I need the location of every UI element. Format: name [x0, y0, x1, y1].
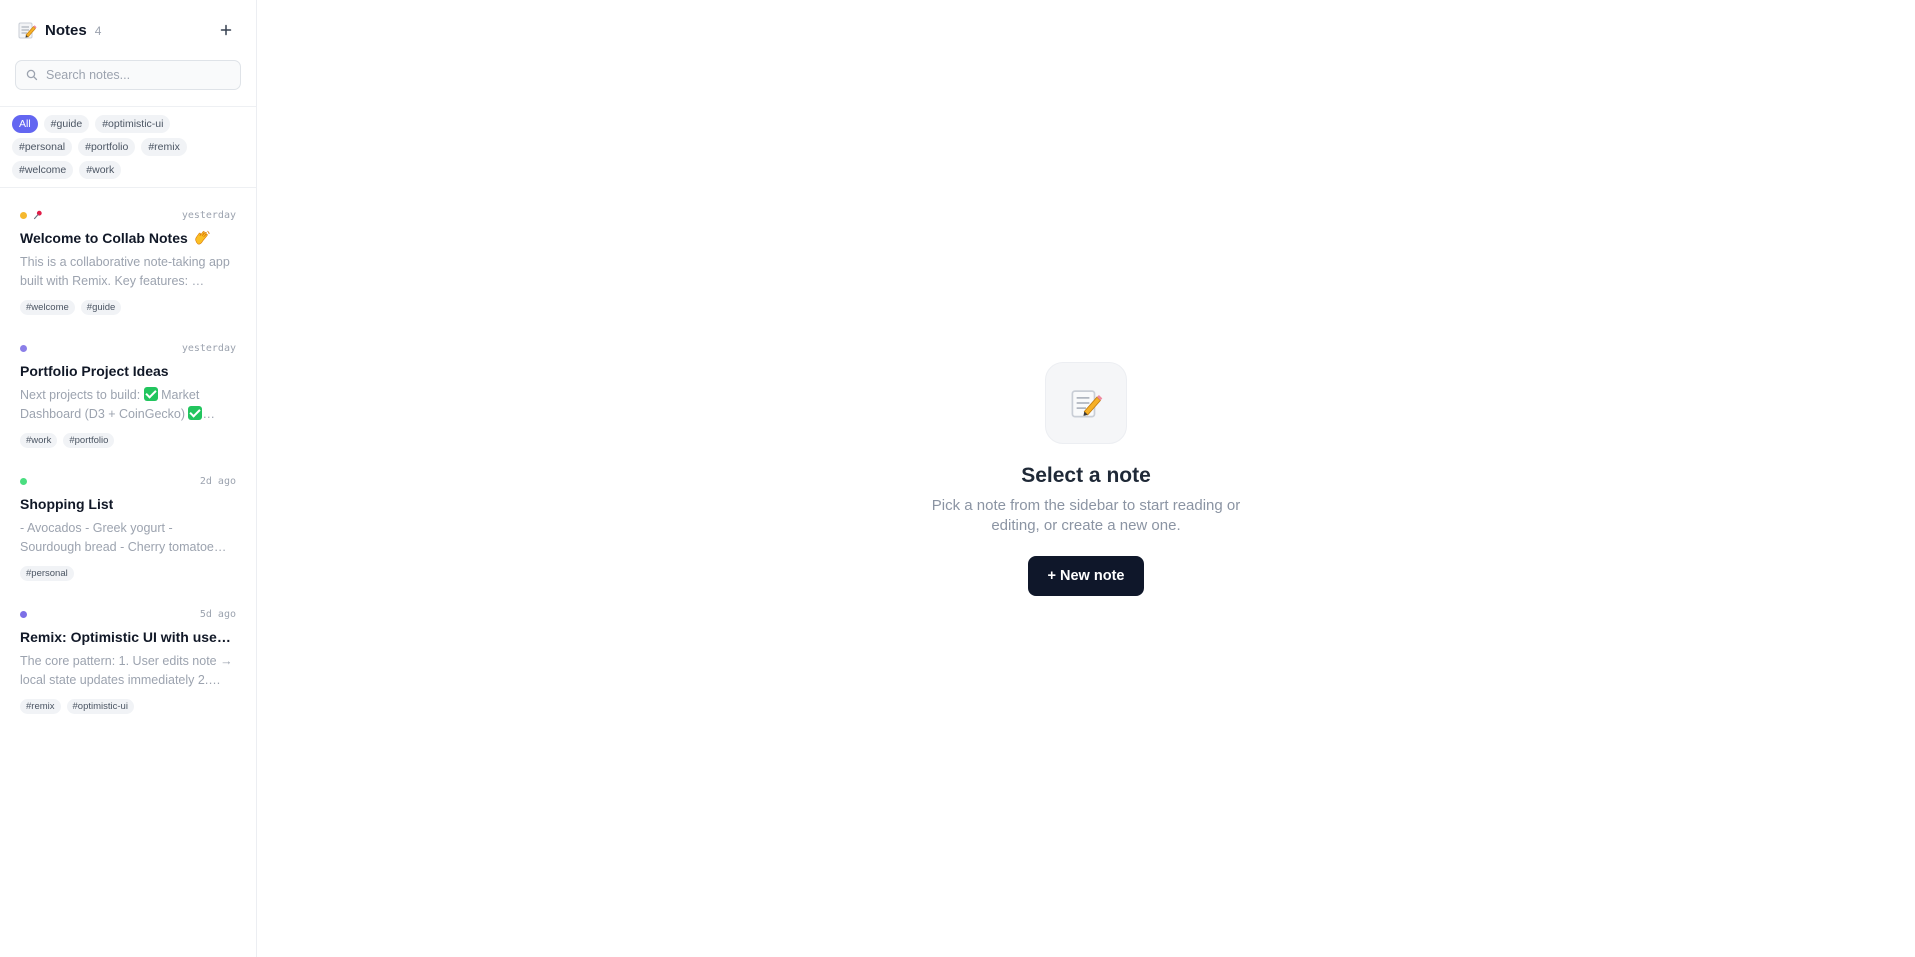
note-preview-text: …: [202, 407, 215, 421]
tag-filter-guide[interactable]: #guide: [43, 115, 90, 133]
color-dot: [20, 610, 27, 618]
note-title: Welcome to Collab Notes: [20, 230, 236, 246]
note-tags: #welcome #guide: [20, 300, 236, 315]
tag-filter-welcome[interactable]: #welcome: [12, 161, 74, 179]
waving-hand-icon: [193, 230, 211, 246]
note-preview-text: - Avocados - Greek yogurt - Sourdough br…: [20, 521, 227, 554]
note-title-text: Shopping List: [20, 496, 114, 512]
note-tag: #guide: [80, 300, 122, 315]
note-tags: #remix #optimistic-ui: [20, 699, 236, 714]
note-preview-text: The core pattern: 1. User edits note → l…: [20, 654, 233, 687]
tag-filter-all[interactable]: All: [12, 115, 38, 133]
note-title: Shopping List: [20, 496, 236, 512]
note-time: 2d ago: [199, 475, 236, 487]
note-preview: The core pattern: 1. User edits note → l…: [20, 652, 236, 690]
note-preview-text: Next projects to build:: [20, 388, 144, 402]
tag-filter-optimistic-ui[interactable]: #optimistic-ui: [95, 115, 171, 133]
main-panel: Select a note Pick a note from the sideb…: [257, 0, 1915, 957]
note-title: Remix: Optimistic UI with use…: [20, 629, 236, 645]
note-tags: #personal: [20, 566, 236, 581]
note-list-item[interactable]: yesterday Portfolio Project Ideas Next pro…: [0, 329, 256, 462]
tag-filter-work[interactable]: #work: [79, 161, 122, 179]
note-time: 5d ago: [199, 608, 236, 620]
note-tags: #work #portfolio: [20, 433, 236, 448]
plus-icon: [220, 24, 232, 36]
memo-icon: [17, 20, 37, 40]
check-mark-icon: [143, 387, 158, 401]
note-tag: #portfolio: [63, 433, 115, 448]
search-input[interactable]: [46, 68, 230, 82]
note-title-text: Portfolio Project Ideas: [20, 363, 169, 379]
note-tag: #personal: [20, 566, 74, 581]
note-count: 4: [94, 23, 102, 38]
tag-filter-bar: All #guide #optimistic-ui #personal #portfol…: [0, 107, 240, 187]
app-title: Notes: [45, 21, 87, 39]
note-meta: yesterday: [20, 342, 236, 354]
add-note-button[interactable]: [216, 20, 236, 40]
note-tag: #welcome: [20, 300, 75, 315]
note-preview-text: This is a collaborative note-taking app …: [20, 255, 230, 288]
search-icon: [26, 69, 38, 81]
note-list: yesterday Welcome to Collab Notes This is …: [0, 188, 256, 728]
note-meta: 5d ago: [20, 608, 236, 620]
new-note-button[interactable]: + New note: [1027, 556, 1145, 596]
note-preview: - Avocados - Greek yogurt - Sourdough br…: [20, 519, 236, 557]
note-title-text: Welcome to Collab Notes: [20, 230, 188, 246]
sidebar: Notes 4 All #guide #optimistic-ui #personal…: [0, 0, 257, 957]
note-meta: yesterday: [20, 209, 236, 221]
note-preview: Next projects to build: Market Dashboard…: [20, 386, 236, 424]
tag-filter-remix[interactable]: #remix: [141, 138, 187, 156]
note-time: yesterday: [181, 342, 236, 354]
empty-title: Select a note: [1021, 464, 1151, 487]
note-tag: #remix: [20, 699, 61, 714]
pin-icon: [33, 210, 43, 220]
check-mark-icon: [188, 406, 203, 420]
tag-filter-portfolio[interactable]: #portfolio: [78, 138, 136, 156]
note-tag: #optimistic-ui: [66, 699, 134, 714]
note-tag: #work: [20, 433, 58, 448]
note-meta: 2d ago: [20, 475, 236, 487]
app-root: Notes 4 All #guide #optimistic-ui #personal…: [0, 0, 1915, 957]
note-list-item[interactable]: 2d ago Shopping List - Avocados - Greek yo…: [0, 462, 256, 595]
note-list-item[interactable]: yesterday Welcome to Collab Notes This is …: [0, 196, 256, 329]
search-wrap: [0, 60, 256, 90]
note-title: Portfolio Project Ideas: [20, 363, 236, 379]
empty-subtitle: Pick a note from the sidebar to start re…: [931, 497, 1241, 534]
note-time: yesterday: [181, 209, 236, 221]
note-title-text: Remix: Optimistic UI with use…: [20, 629, 231, 645]
sidebar-header: Notes 4: [0, 0, 256, 60]
search-box[interactable]: [15, 60, 241, 90]
note-preview: This is a collaborative note-taking app …: [20, 253, 236, 291]
tag-filter-personal[interactable]: #personal: [12, 138, 73, 156]
memo-icon: [1045, 362, 1127, 444]
color-dot: [20, 211, 27, 219]
color-dot: [20, 344, 27, 352]
empty-state: Select a note Pick a note from the sideb…: [257, 362, 1915, 596]
note-list-item[interactable]: 5d ago Remix: Optimistic UI with use… The …: [0, 595, 256, 728]
color-dot: [20, 477, 27, 485]
